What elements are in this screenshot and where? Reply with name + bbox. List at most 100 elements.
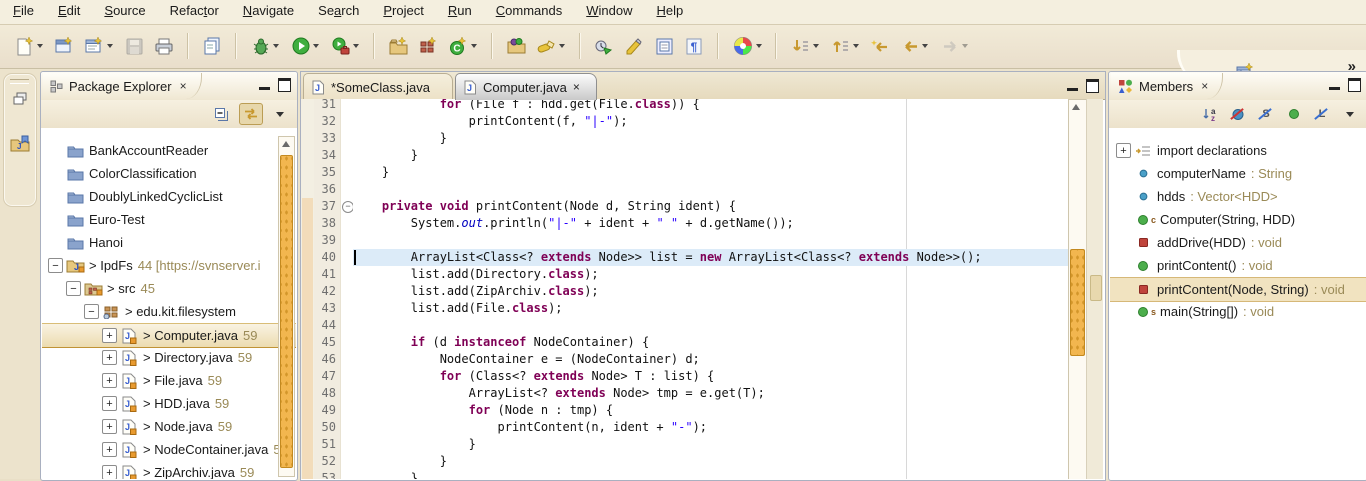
scroll-up-arrow[interactable] bbox=[282, 141, 290, 147]
code-line-32[interactable]: printContent(f, "|-"); bbox=[353, 113, 628, 130]
maximize-button[interactable] bbox=[278, 78, 291, 92]
minimize-button[interactable] bbox=[1329, 78, 1340, 90]
menu-file[interactable]: File bbox=[2, 0, 45, 21]
scrollbar-thumb[interactable] bbox=[280, 155, 293, 468]
menu-project[interactable]: Project bbox=[372, 0, 435, 21]
new-window-button[interactable] bbox=[51, 32, 77, 60]
close-icon[interactable]: × bbox=[1201, 79, 1208, 93]
dropdown-arrow-icon[interactable] bbox=[853, 44, 859, 48]
run-button[interactable] bbox=[287, 32, 323, 60]
collapse-all-button[interactable] bbox=[211, 104, 233, 124]
tree-expander[interactable]: + bbox=[102, 350, 117, 365]
member-item-main-string-[interactable]: smain(String[]) : void bbox=[1110, 300, 1366, 323]
minimize-button[interactable] bbox=[259, 78, 270, 90]
editor-content[interactable]: 3132333435363738394041424344454647484950… bbox=[301, 99, 1103, 479]
tree-item-ziparchiv-java[interactable]: +J> ZipArchiv.java59 bbox=[42, 461, 296, 479]
hide-fields-toggle[interactable] bbox=[1227, 104, 1249, 124]
menu-refactor[interactable]: Refactor bbox=[159, 0, 230, 21]
menu-source[interactable]: Source bbox=[93, 0, 156, 21]
editor-vertical-scrollbar[interactable] bbox=[1068, 99, 1087, 479]
hide-static-toggle[interactable]: S bbox=[1255, 104, 1277, 124]
code-line-53[interactable]: } bbox=[353, 470, 418, 479]
member-item-printcontent-node-string-[interactable]: printContent(Node, String) : void bbox=[1110, 277, 1366, 302]
menu-help[interactable]: Help bbox=[646, 0, 695, 21]
tree-item-hdd-java[interactable]: +J> HDD.java59 bbox=[42, 392, 296, 415]
tree-expander[interactable]: + bbox=[102, 442, 117, 457]
tree-item-src[interactable]: −> src45 bbox=[42, 277, 296, 300]
tree-item-euro-test[interactable]: Euro-Test bbox=[42, 208, 296, 231]
code-line-47[interactable]: for (Class<? extends Node> T : list) { bbox=[353, 368, 714, 385]
show-source-button[interactable] bbox=[651, 32, 677, 60]
member-item-computer-string-hdd-[interactable]: cComputer(String, HDD) bbox=[1110, 208, 1366, 231]
close-icon[interactable]: × bbox=[180, 79, 187, 93]
maximize-button[interactable] bbox=[1348, 78, 1361, 92]
editor-minimize-button[interactable] bbox=[1067, 79, 1078, 91]
tree-expander[interactable]: − bbox=[48, 258, 63, 273]
dropdown-arrow-icon[interactable] bbox=[813, 44, 819, 48]
new-wizard-button[interactable] bbox=[11, 32, 47, 60]
package-explorer-scrollbar[interactable] bbox=[278, 136, 295, 477]
tree-expander[interactable]: + bbox=[102, 396, 117, 411]
code-line-52[interactable]: } bbox=[353, 453, 447, 470]
annotation-ruler[interactable] bbox=[301, 99, 315, 479]
show-public-toggle[interactable] bbox=[1283, 104, 1305, 124]
print-button[interactable] bbox=[151, 32, 177, 60]
fast-view-handle[interactable] bbox=[10, 79, 29, 84]
view-menu-button[interactable] bbox=[1339, 104, 1361, 124]
external-tools-button[interactable] bbox=[327, 32, 363, 60]
tree-item-colorclassification[interactable]: ColorClassification bbox=[42, 162, 296, 185]
next-annotation-button[interactable] bbox=[787, 32, 823, 60]
new-java-project-button[interactable] bbox=[385, 32, 411, 60]
menu-window[interactable]: Window bbox=[575, 0, 643, 21]
debug-button[interactable] bbox=[247, 32, 283, 60]
tree-expander[interactable]: + bbox=[102, 419, 117, 434]
scroll-up-arrow[interactable] bbox=[1072, 104, 1080, 110]
editor-tab-computer-java[interactable]: JComputer.java× bbox=[455, 73, 597, 100]
overview-range-marker[interactable] bbox=[1090, 275, 1102, 301]
tree-expander[interactable]: + bbox=[102, 465, 117, 479]
code-line-50[interactable]: printContent(n, ident + "-"); bbox=[353, 419, 707, 436]
prev-annotation-button[interactable] bbox=[827, 32, 863, 60]
tree-item-file-java[interactable]: +J> File.java59 bbox=[42, 369, 296, 392]
code-line-37[interactable]: private void printContent(Node d, String… bbox=[353, 198, 736, 215]
member-item-adddrive-hdd-[interactable]: addDrive(HDD) : void bbox=[1110, 231, 1366, 254]
mark-occurrences-button[interactable] bbox=[621, 32, 647, 60]
link-with-editor-toggle[interactable] bbox=[239, 103, 263, 125]
run-last-tool-button[interactable] bbox=[591, 32, 617, 60]
code-line-35[interactable]: } bbox=[353, 164, 389, 181]
folding-ruler[interactable]: − bbox=[340, 99, 354, 479]
tree-item-doublylinkedcycliclist[interactable]: DoublyLinkedCyclicList bbox=[42, 185, 296, 208]
tree-item-nodecontainer-java[interactable]: +J> NodeContainer.java59 bbox=[42, 438, 296, 461]
tree-item-computer-java[interactable]: +J> Computer.java59 bbox=[42, 323, 296, 348]
tree-item-ipdfs[interactable]: −J> IpdFs44 [https://svnserver.i bbox=[42, 254, 296, 277]
menu-run[interactable]: Run bbox=[437, 0, 483, 21]
member-item-computername[interactable]: computerName : String bbox=[1110, 162, 1366, 185]
scrollbar-thumb[interactable] bbox=[1070, 249, 1085, 356]
code-line-33[interactable]: } bbox=[353, 130, 447, 147]
code-line-46[interactable]: NodeContainer e = (NodeContainer) d; bbox=[353, 351, 700, 368]
java-fastview-folder-icon[interactable]: J bbox=[9, 132, 31, 154]
dropdown-arrow-icon[interactable] bbox=[353, 44, 359, 48]
code-line-42[interactable]: list.add(ZipArchiv.class); bbox=[353, 283, 599, 300]
code-line-34[interactable]: } bbox=[353, 147, 418, 164]
hide-local-types-toggle[interactable]: L bbox=[1311, 104, 1333, 124]
color-wheel-button[interactable] bbox=[729, 32, 765, 60]
tree-item-directory-java[interactable]: +J> Directory.java59 bbox=[42, 346, 296, 369]
member-item-printcontent-[interactable]: printContent() : void bbox=[1110, 254, 1366, 277]
editor-tab--someclass-java[interactable]: J*SomeClass.java bbox=[303, 73, 453, 100]
dropdown-arrow-icon[interactable] bbox=[37, 44, 43, 48]
new-package-button[interactable] bbox=[415, 32, 441, 60]
dropdown-arrow-icon[interactable] bbox=[922, 44, 928, 48]
code-line-51[interactable]: } bbox=[353, 436, 476, 453]
code-line-49[interactable]: for (Node n : tmp) { bbox=[353, 402, 613, 419]
menu-commands[interactable]: Commands bbox=[485, 0, 574, 21]
tree-expander[interactable]: − bbox=[66, 281, 81, 296]
save-all-button[interactable] bbox=[199, 32, 225, 60]
code-line-41[interactable]: list.add(Directory.class); bbox=[353, 266, 599, 283]
menu-search[interactable]: Search bbox=[307, 0, 370, 21]
line-number-ruler[interactable]: 3132333435363738394041424344454647484950… bbox=[314, 99, 340, 479]
code-line-45[interactable]: if (d instanceof NodeContainer) { bbox=[353, 334, 649, 351]
members-tab[interactable]: Members × bbox=[1111, 73, 1223, 99]
overview-ruler[interactable] bbox=[1086, 99, 1103, 479]
package-explorer-tab[interactable]: Package Explorer × bbox=[43, 73, 202, 99]
